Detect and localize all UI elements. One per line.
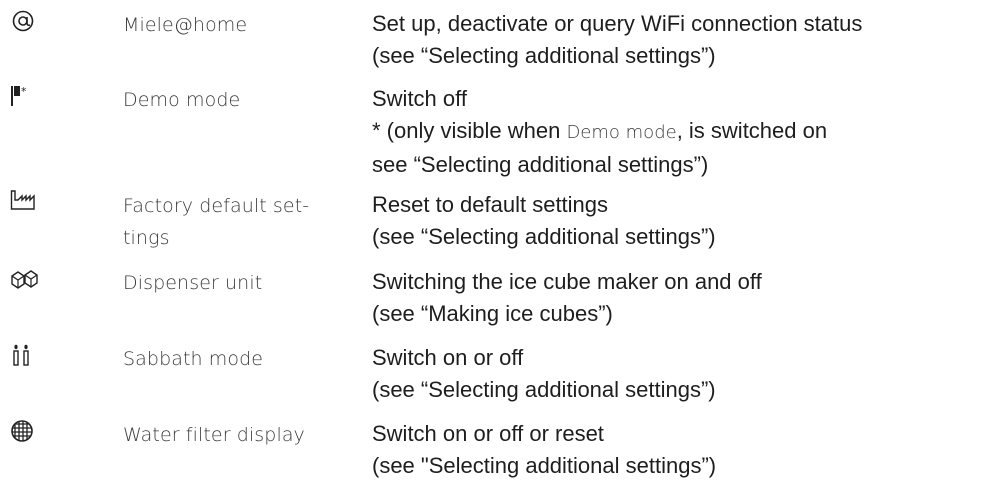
setting-description: Switch on or off or reset (see "Selectin… — [372, 421, 717, 478]
setting-description: Switching the ice cube maker on and off … — [372, 269, 762, 326]
setting-description: Reset to default settings (see “Selectin… — [372, 192, 716, 249]
ice-cubes-icon — [10, 266, 40, 292]
at-sign-icon — [10, 8, 36, 34]
setting-description: Set up, deactivate or query WiFi connect… — [372, 11, 863, 68]
setting-description: Switch on or off (see “Selecting additio… — [372, 345, 716, 402]
setting-name: Factory default set- tings — [123, 195, 310, 249]
settings-table: Miele@home Set up, deactivate or query W… — [0, 0, 984, 486]
setting-name: Dispenser unit — [123, 272, 263, 294]
candles-icon — [10, 342, 36, 368]
setting-name: Water filter display — [123, 424, 305, 446]
setting-name: Miele@home — [123, 14, 248, 36]
description-note-line: * (only visible when Demo mode, is switc… — [372, 118, 828, 143]
setting-description: Switch off * (only visible when Demo mod… — [372, 83, 972, 181]
setting-name: Sabbath mode — [123, 348, 264, 370]
water-filter-icon — [10, 418, 36, 444]
flag-asterisk-icon: * — [10, 83, 36, 109]
factory-icon — [10, 189, 36, 215]
svg-text:*: * — [21, 85, 27, 98]
setting-name: Demo mode — [123, 89, 241, 111]
